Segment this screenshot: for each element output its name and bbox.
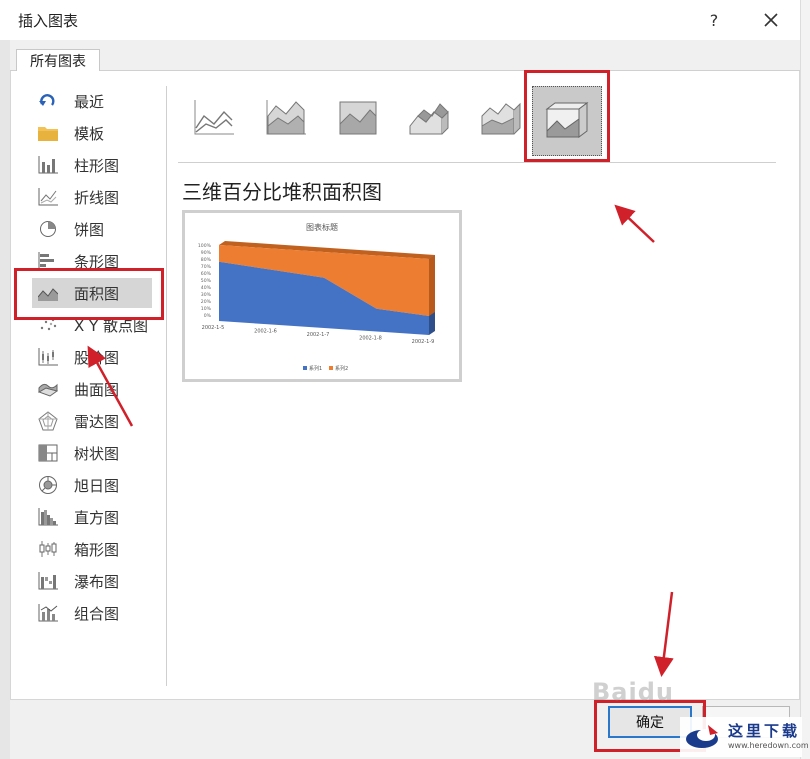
sidebar-item-treemap[interactable]: 树状图: [32, 438, 152, 468]
watermark-site-url: www.heredown.com: [728, 741, 809, 750]
close-button[interactable]: [756, 6, 786, 34]
chart-title: 图表标题: [306, 222, 338, 232]
y-tick-label: 100%: [198, 243, 212, 249]
sidebar-item-waterfall[interactable]: 瀑布图: [32, 566, 152, 596]
sidebar-item-label: 雷达图: [74, 412, 120, 431]
sidebar-divider: [166, 86, 167, 686]
close-icon: [764, 13, 778, 27]
recent-icon: [38, 91, 58, 111]
tab-strip: 所有图表: [10, 40, 800, 72]
sidebar-item-box-whisker[interactable]: 箱形图: [32, 534, 152, 564]
histogram-chart-icon: [38, 507, 58, 527]
y-tick-label: 60%: [201, 271, 212, 277]
watermark-site-cn: 这里下载: [728, 722, 801, 740]
y-tick-label: 40%: [201, 285, 212, 291]
sidebar-item-label: 箱形图: [74, 540, 120, 559]
surface-chart-icon: [38, 379, 58, 399]
sidebar-item-histogram[interactable]: 直方图: [32, 502, 152, 532]
legend-label: 系列1: [309, 365, 322, 372]
y-tick-label: 50%: [201, 278, 212, 284]
sidebar-item-sunburst[interactable]: 旭日图: [32, 470, 152, 500]
sidebar-item-label: 模板: [74, 124, 105, 143]
chart-type-sidebar: 最近 模板 柱形图 折线图 饼图 条形图 面积图 X Y 散点图 股价图 曲面图…: [20, 86, 166, 686]
sidebar-item-label: 旭日图: [74, 476, 120, 495]
help-button[interactable]: ?: [700, 6, 728, 34]
stock-chart-icon: [38, 347, 58, 367]
area-icon: [194, 100, 234, 135]
stacked-area-icon: [266, 100, 306, 135]
y-tick-label: 70%: [201, 264, 212, 270]
heredown-logo-icon: [686, 725, 718, 748]
percent-stacked-area-icon: [339, 101, 377, 135]
highlight-box-subtype: [524, 70, 610, 162]
gallery-divider: [178, 162, 776, 163]
3d-area-icon: [409, 103, 449, 135]
subtype-area[interactable]: [186, 90, 242, 146]
legend-swatch: [303, 366, 307, 370]
sidebar-item-surface[interactable]: 曲面图: [32, 374, 152, 404]
y-tick-label: 10%: [201, 306, 212, 312]
sidebar-item-label: 折线图: [74, 188, 120, 207]
y-tick-label: 90%: [201, 250, 212, 256]
tab-all-charts[interactable]: 所有图表: [16, 49, 100, 72]
sidebar-item-label: 瀑布图: [74, 572, 120, 591]
subtype-stacked-area[interactable]: [258, 90, 314, 146]
sidebar-item-label: 树状图: [74, 444, 120, 463]
sidebar-item-label: 饼图: [74, 220, 105, 239]
line-chart-icon: [38, 187, 58, 207]
subtype-percent-stacked-area[interactable]: [330, 90, 386, 146]
x-tick-label: 2002-1-5: [202, 325, 225, 331]
sidebar-item-pie[interactable]: 饼图: [32, 214, 152, 244]
preview-chart-svg: 图表标题 0%10%20%30%40%50%60%70%80%90%100% 200…: [198, 222, 435, 372]
sidebar-item-label: 股价图: [74, 348, 120, 367]
folder-icon: [38, 123, 58, 143]
x-tick-label: 2002-1-7: [307, 332, 330, 338]
left-edge-bar: [0, 40, 10, 759]
sidebar-item-label: 曲面图: [74, 380, 120, 399]
highlight-box-area: [14, 268, 164, 320]
y-tick-label: 20%: [201, 299, 212, 305]
chart-preview[interactable]: 图表标题 0% 10% 20% 30% 40% 50% 60% 70% 80% 90% 100% 200…: [182, 210, 462, 382]
right-edge-bar: [800, 0, 810, 759]
sidebar-item-column[interactable]: 柱形图: [32, 150, 152, 180]
legend-label: 系列2: [335, 365, 348, 372]
box-whisker-chart-icon: [38, 539, 58, 559]
y-tick-label: 80%: [201, 257, 212, 263]
pie-chart-icon: [38, 219, 58, 239]
x-tick-label: 2002-1-6: [254, 329, 277, 335]
dialog-titlebar: 插入图表 ?: [0, 0, 810, 40]
radar-chart-icon: [38, 411, 58, 431]
sidebar-item-templates[interactable]: 模板: [32, 118, 152, 148]
legend-swatch: [329, 366, 333, 370]
sidebar-item-recent[interactable]: 最近: [32, 86, 152, 116]
y-tick-label: 0%: [204, 313, 212, 319]
sidebar-item-label: 组合图: [74, 604, 120, 623]
3d-stacked-area-icon: [481, 102, 521, 135]
treemap-chart-icon: [38, 443, 58, 463]
subtype-3d-stacked-area[interactable]: [474, 90, 530, 146]
subtype-3d-area[interactable]: [402, 90, 458, 146]
sidebar-item-stock[interactable]: 股价图: [32, 342, 152, 372]
sidebar-item-radar[interactable]: 雷达图: [32, 406, 152, 436]
series-2-side-face: [429, 255, 435, 316]
dialog-title: 插入图表: [18, 12, 79, 30]
sidebar-item-label: 最近: [74, 92, 105, 111]
waterfall-chart-icon: [38, 571, 58, 591]
y-tick-label: 30%: [201, 292, 212, 298]
watermark-baidu: Baidu: [592, 678, 674, 706]
x-tick-label: 2002-1-8: [359, 336, 382, 342]
sidebar-item-label: 柱形图: [74, 156, 120, 175]
combo-chart-icon: [38, 603, 58, 623]
selected-chart-name: 三维百分比堆积面积图: [182, 180, 382, 204]
sidebar-item-combo[interactable]: 组合图: [32, 598, 152, 628]
sunburst-chart-icon: [38, 475, 58, 495]
sidebar-item-label: 直方图: [74, 508, 120, 527]
column-chart-icon: [38, 155, 58, 175]
x-tick-label: 2002-1-9: [412, 339, 435, 345]
sidebar-item-line[interactable]: 折线图: [32, 182, 152, 212]
